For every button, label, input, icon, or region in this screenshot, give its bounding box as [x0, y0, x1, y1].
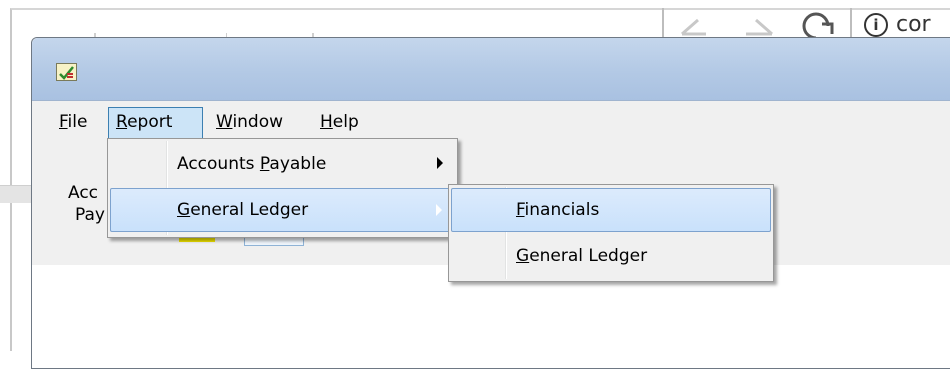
menu-help-rest: elp — [332, 112, 359, 132]
submenu-arrow-icon — [436, 204, 442, 216]
accounts-payable-label-line2: Pay — [75, 205, 105, 225]
menu-help[interactable]: Help — [313, 107, 366, 139]
general-ledger-submenu: Financials General Ledger — [448, 184, 774, 282]
menu-file[interactable]: File — [52, 107, 94, 139]
report-dropdown: Accounts Payable General Ledger — [107, 138, 458, 238]
address-bar[interactable]: i cor — [864, 12, 931, 40]
item-mnemonic: P — [259, 154, 270, 174]
menu-help-mnemonic: H — [320, 112, 333, 132]
toolbar-separator — [850, 8, 852, 38]
menu-file-mnemonic: F — [59, 112, 68, 132]
item-text: Accounts — [177, 154, 260, 174]
item-text: ayable — [269, 154, 327, 174]
title-bar[interactable] — [32, 38, 950, 101]
menu-window[interactable]: Window — [209, 107, 290, 139]
accounts-payable-label-line1: Acc — [68, 183, 99, 203]
menu-report[interactable]: Report — [108, 107, 203, 139]
menu-file-rest: ile — [67, 112, 88, 132]
submenu-arrow-icon — [437, 157, 443, 169]
back-icon[interactable] — [676, 0, 716, 40]
info-icon[interactable]: i — [864, 13, 888, 37]
menu-item-general-ledger[interactable]: General Ledger — [110, 188, 455, 232]
menu-window-mnemonic: W — [216, 112, 233, 132]
app-checkmark-icon[interactable] — [56, 63, 77, 81]
url-text: cor — [896, 12, 931, 37]
menu-report-rest: eport — [127, 112, 173, 132]
item-mnemonic: G — [177, 200, 191, 220]
toolbar-separator — [662, 8, 664, 38]
forward-icon[interactable] — [740, 0, 780, 40]
menu-item-gl-report[interactable]: General Ledger — [451, 234, 771, 278]
menu-report-mnemonic: R — [116, 112, 128, 132]
reload-icon[interactable] — [800, 0, 840, 40]
item-text: eneral Ledger — [529, 246, 648, 266]
background-panel — [0, 185, 34, 203]
menu-item-accounts-payable[interactable]: Accounts Payable — [110, 142, 455, 186]
menu-window-rest: indow — [232, 112, 284, 132]
item-text: inancials — [524, 200, 600, 220]
menu-item-financials[interactable]: Financials — [451, 188, 771, 232]
item-text: eneral Ledger — [190, 200, 309, 220]
item-mnemonic: G — [516, 246, 530, 266]
menu-bar: File Report Window Help — [32, 101, 950, 139]
item-mnemonic: F — [516, 200, 525, 220]
